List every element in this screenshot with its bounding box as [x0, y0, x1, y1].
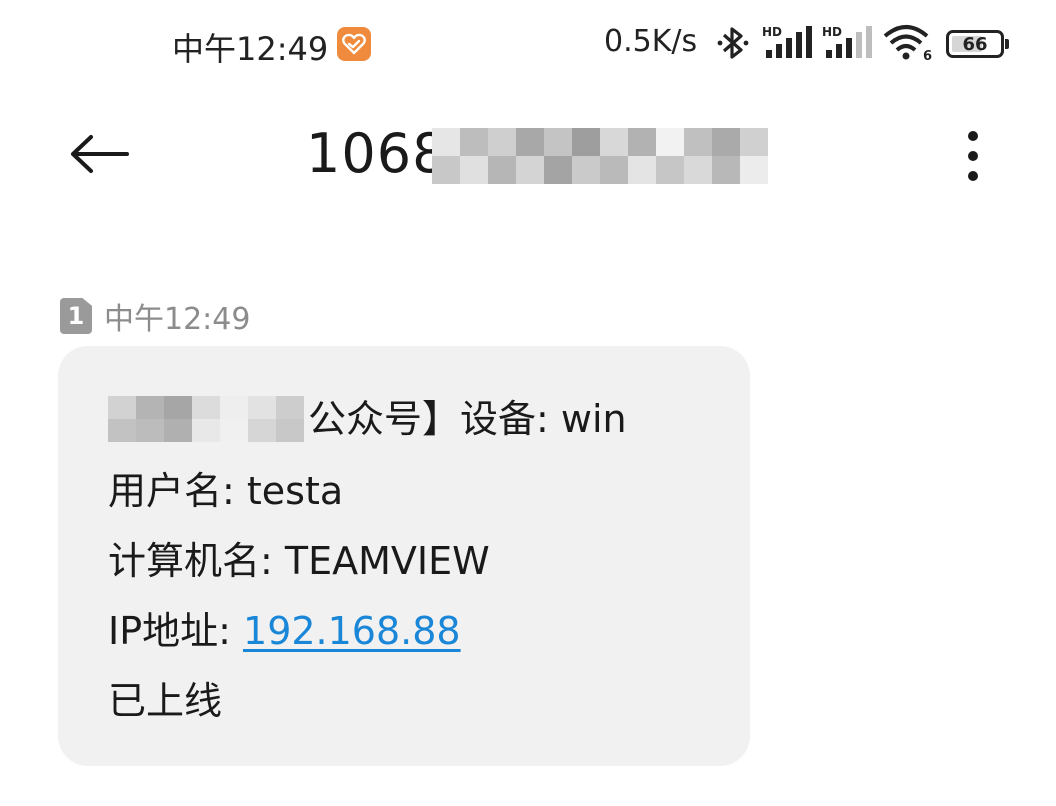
cell-signal-2-icon: HD	[822, 24, 874, 66]
redacted-sender-mosaic	[108, 395, 304, 442]
more-options-button[interactable]	[946, 118, 1000, 194]
ip-address-link[interactable]: 192.168.88	[243, 609, 461, 653]
message-meta: 1 中午12:49	[60, 296, 251, 337]
hd-label-1: HD	[762, 25, 782, 39]
redacted-number-mosaic	[432, 128, 768, 184]
health-app-icon	[337, 27, 371, 61]
message-line-3: 计算机名: TEAMVIEW	[108, 539, 490, 583]
sim-slot-badge: 1	[60, 298, 92, 334]
network-speed: 0.5K/s	[604, 24, 698, 59]
status-bar: 中午12:49 0.5K/s HD HD 6 66	[0, 0, 1056, 88]
back-arrow-icon	[71, 135, 129, 173]
message-time: 中午12:49	[104, 302, 251, 337]
back-button[interactable]	[60, 122, 140, 186]
message-line-4: IP地址: 192.168.88	[108, 600, 461, 655]
message-line-1-text: 公众号】设备: win	[308, 397, 627, 441]
message-bubble[interactable]: 公众号】设备: win 用户名: testa 计算机名: TEAMVIEW IP…	[58, 346, 750, 766]
battery-indicator: 66	[946, 30, 1010, 58]
conversation-header: 1068	[0, 100, 1056, 210]
wifi-6-label: 6	[923, 49, 932, 62]
ip-label: IP地址:	[108, 609, 244, 653]
conversation-title: 1068	[306, 122, 448, 185]
more-vertical-icon	[968, 131, 978, 181]
message-line-1: 公众号】设备: win	[108, 388, 627, 443]
bluetooth-icon	[716, 24, 750, 66]
battery-level: 66	[962, 33, 988, 55]
cell-signal-1-icon: HD	[762, 24, 814, 66]
message-line-5: 已上线	[108, 679, 223, 723]
hd-label-2: HD	[822, 25, 842, 39]
status-time: 中午12:49	[172, 30, 329, 68]
message-line-2: 用户名: testa	[108, 469, 344, 513]
wifi-icon: 6	[883, 24, 935, 66]
